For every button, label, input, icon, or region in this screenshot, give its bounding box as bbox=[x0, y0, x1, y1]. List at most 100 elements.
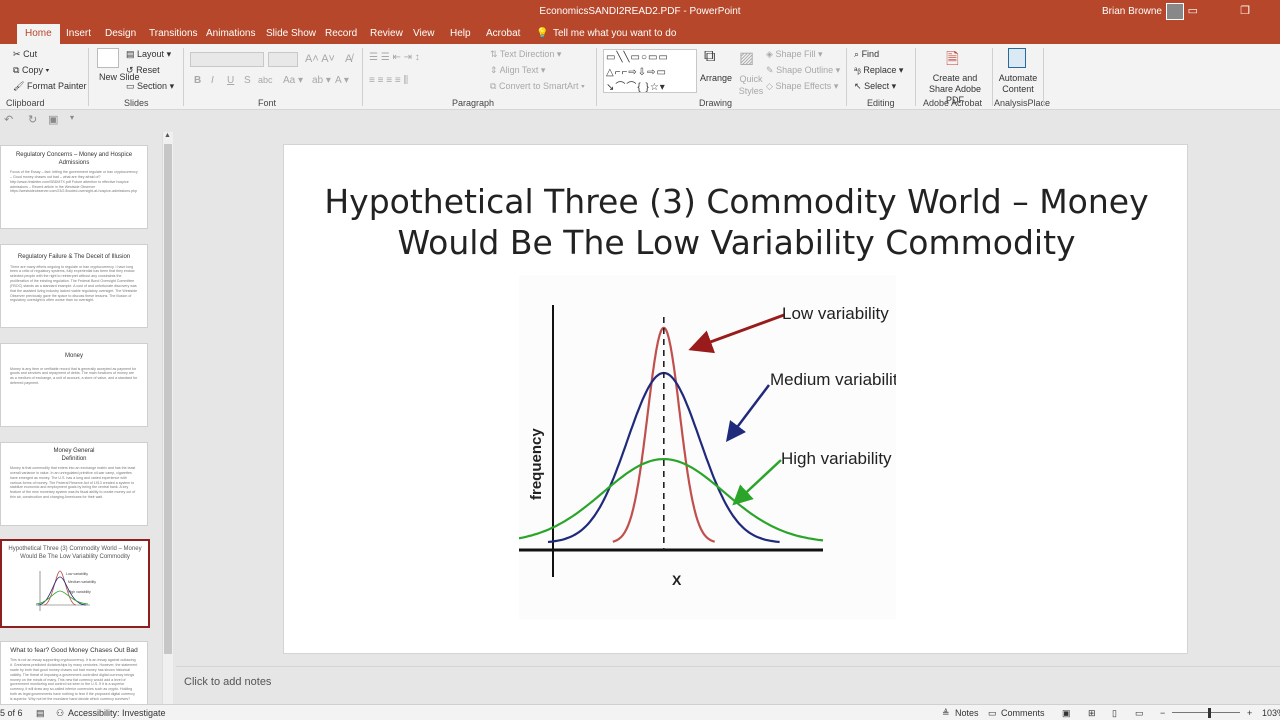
comments-button[interactable]: Comments bbox=[1001, 708, 1045, 718]
avatar[interactable] bbox=[1166, 3, 1184, 20]
select-button[interactable]: ↖ Select ▾ bbox=[854, 81, 896, 92]
redo-icon[interactable]: ↻ bbox=[28, 113, 37, 126]
zoom-in-icon[interactable]: + bbox=[1247, 708, 1252, 718]
slide-thumbnail-4[interactable]: Money General Definition Money is that c… bbox=[0, 442, 148, 526]
scroll-up-icon[interactable]: ▲ bbox=[164, 132, 171, 139]
change-case-icon[interactable]: Aa ▾ bbox=[283, 75, 303, 86]
slide-title[interactable]: Hypothetical Three (3) Commodity World –… bbox=[284, 181, 1189, 263]
slide-thumbnail-1[interactable]: Regulatory Concerns – Money and Hospice … bbox=[0, 145, 148, 229]
notes-icon[interactable]: ≜ bbox=[942, 708, 950, 719]
slide-thumbnail-3[interactable]: Money Money is any item or verifiable re… bbox=[0, 343, 148, 427]
tab-record[interactable]: Record bbox=[325, 28, 357, 39]
bold-button[interactable]: B bbox=[194, 75, 201, 86]
normal-view-icon[interactable]: ▣ bbox=[1062, 708, 1071, 719]
thumbnail-body: Money is that commodity that enters into… bbox=[10, 466, 136, 500]
tab-insert[interactable]: Insert bbox=[66, 28, 91, 39]
reset-button[interactable]: ↺ Reset bbox=[126, 65, 160, 76]
highlight-icon[interactable]: ab ▾ bbox=[312, 75, 331, 86]
shapes-gallery[interactable]: ▭╲╲▭○▭▭ △⌐⌐⇨⇩⇨▭ ↘⌒⌒{ }☆▾ bbox=[603, 49, 697, 93]
character-spacing-button[interactable]: abc bbox=[258, 75, 273, 85]
ribbon-display-icon[interactable]: ▭ bbox=[1188, 4, 1198, 17]
tell-me-search[interactable]: Tell me what you want to do bbox=[553, 28, 676, 39]
variability-figure[interactable]: frequency X Low variability Medium varia… bbox=[518, 275, 907, 619]
tab-slide-show[interactable]: Slide Show bbox=[266, 28, 316, 39]
tab-design[interactable]: Design bbox=[105, 28, 136, 39]
tab-home[interactable]: Home bbox=[17, 24, 60, 44]
align-icons[interactable]: ≡ ≡ ≡ ≡ ⫼ bbox=[369, 75, 408, 86]
arrange-button[interactable]: Arrange bbox=[700, 73, 732, 83]
clear-format-icon[interactable]: A̸ bbox=[345, 53, 352, 65]
reading-view-icon[interactable]: ▯ bbox=[1112, 708, 1117, 719]
tab-transitions[interactable]: Transitions bbox=[149, 28, 198, 39]
comments-icon[interactable]: ▭ bbox=[988, 708, 997, 719]
slide-thumbnail-2[interactable]: Regulatory Failure & The Deceit of Illus… bbox=[0, 244, 148, 328]
undo-icon[interactable]: ↶ bbox=[4, 113, 13, 126]
shape-effects-button[interactable]: ◇ Shape Effects ▾ bbox=[766, 81, 838, 92]
font-size-combobox[interactable] bbox=[268, 52, 298, 67]
zoom-level[interactable]: 103% bbox=[1262, 708, 1280, 718]
align-text-button[interactable]: ⇕ Align Text ▾ bbox=[490, 65, 545, 76]
slide-thumbnail-6[interactable]: What to fear? Good Money Chases Out Bad … bbox=[0, 641, 148, 711]
section-button[interactable]: ▭ Section ▾ bbox=[126, 81, 174, 92]
format-painter-button[interactable]: 🖌 Format Painter bbox=[13, 81, 86, 92]
x-axis-label: X bbox=[672, 572, 682, 588]
shape-fill-button[interactable]: ◈ Shape Fill ▾ bbox=[766, 49, 823, 60]
scroll-thumb[interactable] bbox=[164, 144, 172, 654]
font-name-combobox[interactable] bbox=[190, 52, 264, 67]
thumbnail-scrollbar[interactable]: ▲ bbox=[162, 132, 173, 704]
tab-view[interactable]: View bbox=[413, 28, 435, 39]
tab-acrobat[interactable]: Acrobat bbox=[486, 28, 520, 39]
text-direction-button[interactable]: ⇅ Text Direction ▾ bbox=[490, 49, 561, 60]
slide-thumbnail-5[interactable]: Hypothetical Three (3) Commodity World –… bbox=[0, 539, 150, 628]
notes-button[interactable]: Notes bbox=[955, 708, 979, 718]
notes-pane[interactable]: Click to add notes bbox=[176, 666, 1280, 704]
status-bar: 5 of 6 ▤ ⚇ Accessibility: Investigate ≜ … bbox=[0, 704, 1280, 720]
customize-icon[interactable]: ▾ bbox=[70, 113, 74, 122]
find-button[interactable]: ⌕ Find bbox=[854, 49, 879, 60]
smartart-button[interactable]: ⧉ Convert to SmartArt ▾ bbox=[490, 81, 585, 92]
slide-sorter-icon[interactable]: ⊞ bbox=[1088, 708, 1096, 719]
accessibility-status[interactable]: Accessibility: Investigate bbox=[68, 708, 166, 718]
copy-button[interactable]: ⧉ Copy ▾ bbox=[13, 65, 49, 76]
svg-text:Low variability: Low variability bbox=[66, 572, 88, 576]
zoom-slider-thumb[interactable] bbox=[1208, 708, 1211, 718]
strikethrough-button[interactable]: S bbox=[244, 75, 251, 86]
italic-button[interactable]: I bbox=[211, 75, 214, 86]
slideshow-icon[interactable]: ▣ bbox=[48, 113, 58, 126]
restore-window-icon[interactable]: ❐ bbox=[1240, 4, 1250, 17]
tab-review[interactable]: Review bbox=[370, 28, 403, 39]
divider bbox=[992, 48, 993, 106]
accessibility-icon[interactable]: ⚇ bbox=[56, 708, 64, 719]
text-direction-icon: ⇅ bbox=[490, 49, 498, 59]
tab-animations[interactable]: Animations bbox=[206, 28, 255, 39]
zoom-out-icon[interactable]: − bbox=[1160, 708, 1165, 718]
quick-styles-button[interactable]: Quick Styles bbox=[735, 73, 767, 97]
new-slide-icon[interactable] bbox=[97, 48, 119, 68]
replace-button[interactable]: ᵃᵦ Replace ▾ bbox=[854, 65, 903, 76]
slide-canvas[interactable]: Hypothetical Three (3) Commodity World –… bbox=[283, 144, 1188, 654]
bullets-icon[interactable]: ☰ ☰ ⇤ ⇥ ↕ bbox=[369, 52, 420, 63]
analysis-icon[interactable] bbox=[1008, 48, 1026, 68]
slideshow-view-icon[interactable]: ▭ bbox=[1135, 708, 1144, 719]
shape-outline-button[interactable]: ✎ Shape Outline ▾ bbox=[766, 65, 840, 76]
tab-help[interactable]: Help bbox=[450, 28, 471, 39]
ribbon-tabs: Home Insert Design Transitions Animation… bbox=[0, 24, 1280, 44]
notes-placeholder[interactable]: Click to add notes bbox=[184, 676, 271, 688]
layout-button[interactable]: ▤ Layout ▾ bbox=[126, 49, 171, 60]
pdf-icon[interactable]: 🗎 bbox=[946, 48, 959, 75]
divider bbox=[88, 48, 89, 106]
spellcheck-icon[interactable]: ▤ bbox=[36, 708, 45, 719]
section-icon: ▭ bbox=[126, 81, 135, 91]
automate-content-button[interactable]: Automate Content bbox=[995, 73, 1041, 95]
arrange-icon[interactable]: ⧉ bbox=[704, 48, 715, 66]
user-name[interactable]: Brian Browne bbox=[1102, 6, 1162, 17]
quick-styles-icon[interactable]: ▨ bbox=[739, 48, 754, 68]
grow-font-icon[interactable]: A˄ A˅ bbox=[305, 53, 335, 65]
cut-button[interactable]: ✂ Cut bbox=[13, 49, 37, 60]
zoom-slider[interactable] bbox=[1172, 712, 1240, 713]
thumbnail-body: Money is any item or verifiable record t… bbox=[10, 366, 138, 386]
font-color-icon[interactable]: A ▾ bbox=[335, 75, 349, 86]
series-group bbox=[518, 326, 824, 544]
format-painter-label: Format Painter bbox=[26, 81, 87, 91]
underline-button[interactable]: U bbox=[227, 75, 234, 86]
